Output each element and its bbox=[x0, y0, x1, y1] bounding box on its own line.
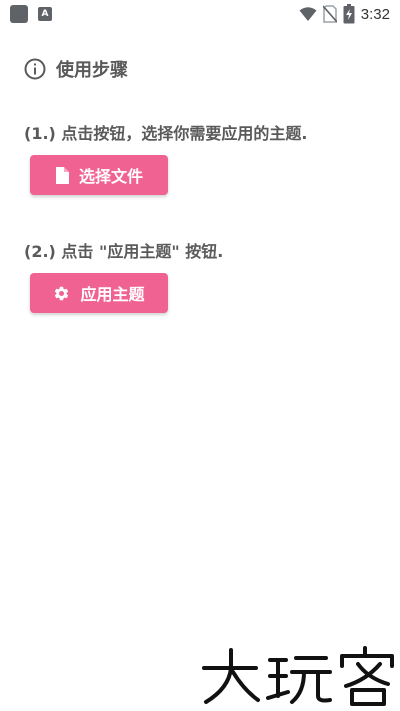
battery-charging-icon bbox=[343, 4, 355, 24]
app-square-icon bbox=[10, 5, 28, 23]
choose-file-button[interactable]: 选择文件 bbox=[30, 155, 168, 195]
status-bar: A 3:32 bbox=[0, 0, 400, 28]
apply-theme-button[interactable]: 应用主题 bbox=[30, 273, 168, 313]
info-icon bbox=[24, 58, 46, 80]
status-bar-left: A bbox=[10, 5, 52, 23]
status-time: 3:32 bbox=[360, 5, 390, 23]
step-2-text: (2.) 点击 "应用主题" 按钮. bbox=[24, 242, 224, 261]
choose-file-label: 选择文件 bbox=[78, 167, 143, 186]
section-header: 使用步骤 bbox=[24, 56, 128, 82]
file-icon bbox=[55, 166, 69, 184]
status-bar-right: 3:32 bbox=[299, 4, 390, 24]
step-1-text: (1.) 点击按钮，选择你需要应用的主题. bbox=[24, 124, 308, 143]
watermark-logo bbox=[202, 646, 394, 706]
a-badge-icon: A bbox=[38, 7, 52, 21]
no-sim-icon bbox=[322, 5, 337, 23]
wifi-icon bbox=[299, 7, 317, 21]
gear-icon bbox=[55, 286, 69, 300]
apply-theme-label: 应用主题 bbox=[80, 285, 145, 304]
page-title: 使用步骤 bbox=[56, 60, 128, 81]
